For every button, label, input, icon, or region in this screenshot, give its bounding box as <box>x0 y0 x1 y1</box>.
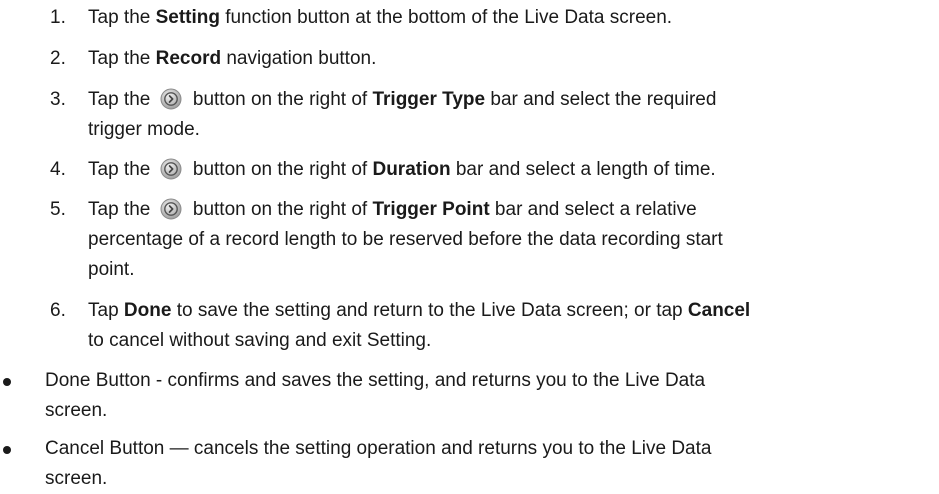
bullet-text: Cancel Button — cancels the setting oper… <box>45 438 712 489</box>
bullet-dot <box>3 378 11 386</box>
step-number: 6. <box>50 300 66 321</box>
bullet-text: Done Button - confirms and saves the set… <box>45 370 706 421</box>
step-number: 2. <box>50 48 66 69</box>
step-number: 1. <box>50 7 66 28</box>
step-number: 5. <box>50 199 66 220</box>
step-text: Tap the button on the right of Trigger T… <box>88 88 717 140</box>
circle-arrow-right-icon <box>160 158 182 180</box>
circle-arrow-right-icon <box>160 198 182 220</box>
step-number: 4. <box>50 159 66 180</box>
step-number: 3. <box>50 89 66 110</box>
step-text: Tap the Record navigation button. <box>88 48 377 69</box>
bullet-dot <box>3 446 11 454</box>
step-text: Tap the Setting function button at the b… <box>88 7 673 28</box>
step-text: Tap the button on the right of Trigger P… <box>88 198 723 280</box>
step-text: Tap the button on the right of Duration … <box>88 158 716 180</box>
circle-arrow-right-icon <box>160 88 182 110</box>
step-text: Tap Done to save the setting and return … <box>88 300 751 351</box>
